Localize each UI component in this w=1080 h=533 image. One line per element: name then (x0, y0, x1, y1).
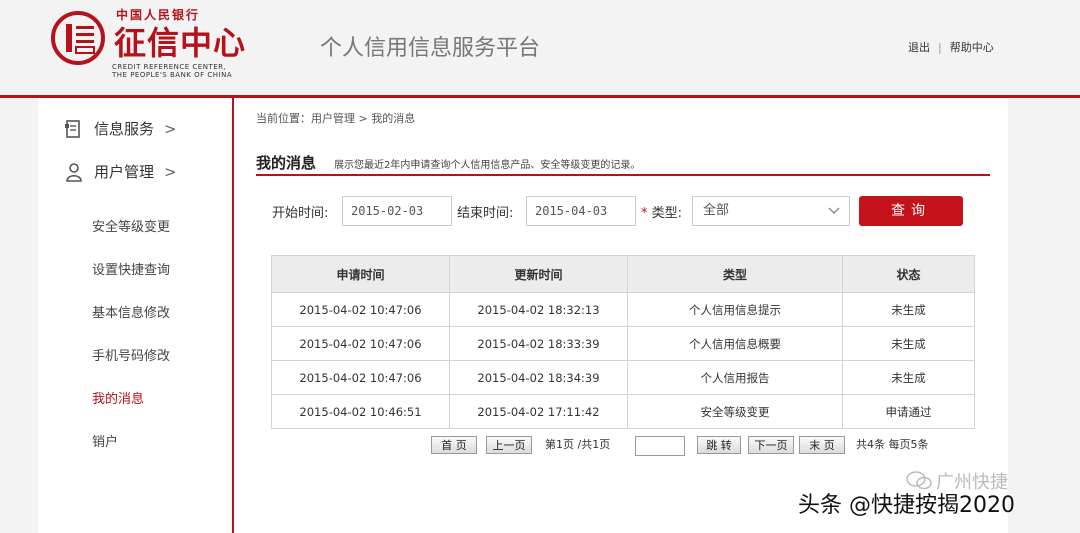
page-description: 展示您最近2年内申请查询个人信用信息产品、安全等级变更的记录。 (334, 160, 641, 171)
chevron-right-icon: > (164, 162, 177, 181)
required-star: * (641, 206, 648, 221)
col-apply-time: 申请时间 (271, 255, 450, 293)
sidebar-user-management[interactable]: 用户管理 > (64, 161, 177, 182)
messages-table: 申请时间 更新时间 类型 状态 2015-04-02 10:47:06 2015… (271, 255, 975, 429)
sidebar-info-service-label: 信息服务 (94, 120, 155, 138)
header: 中国人民银行 征信中心 CREDIT REFERENCE CENTER, THE… (0, 0, 1080, 95)
type-cell: 个人信用信息概要 (627, 326, 843, 361)
first-page-button[interactable]: 首 页 (431, 436, 477, 454)
next-page-button[interactable]: 下一页 (748, 436, 794, 454)
sidebar-item-phone[interactable]: 手机号码修改 (92, 345, 170, 364)
logo-title: 征信中心 (114, 24, 247, 62)
top-links: 退出 | 帮助中心 (908, 39, 994, 55)
sidebar-info-service[interactable]: 信息服务 > (64, 118, 177, 139)
type-label-text: 类型: (651, 206, 683, 221)
update-time-cell: 2015-04-02 17:11:42 (449, 394, 628, 429)
type-cell: 个人信用信息提示 (627, 292, 843, 327)
col-update-time: 更新时间 (449, 255, 628, 293)
update-time-cell: 2015-04-02 18:34:39 (449, 360, 628, 395)
watermark-caption: 头条 @快捷按揭2020 (798, 493, 1015, 518)
sidebar-user-management-label: 用户管理 (94, 163, 155, 181)
sidebar-item-my-messages[interactable]: 我的消息 (92, 388, 144, 407)
type-cell: 个人信用报告 (627, 360, 843, 395)
type-select[interactable]: 全部 (692, 196, 850, 226)
logo-english-line1: CREDIT REFERENCE CENTER, (112, 63, 227, 71)
end-time-label: 结束时间: (457, 206, 514, 221)
status-cell: 未生成 (842, 360, 975, 395)
status-cell: 未生成 (842, 326, 975, 361)
sidebar-item-quick-query[interactable]: 设置快捷查询 (92, 259, 170, 278)
document-icon (65, 119, 80, 138)
chevron-right-icon: > (164, 119, 177, 138)
type-cell: 安全等级变更 (627, 394, 843, 429)
table-header-row: 申请时间 更新时间 类型 状态 (271, 255, 975, 293)
apply-time-cell: 2015-04-02 10:47:06 (271, 360, 450, 395)
top-links-separator: | (938, 41, 942, 54)
pager-summary: 共4条 每页5条 (856, 438, 929, 451)
logout-link[interactable]: 退出 (908, 41, 930, 54)
user-icon (66, 162, 82, 182)
page-info: 第1页 /共1页 (545, 438, 611, 451)
end-time-input[interactable]: 2015-04-03 (526, 196, 636, 226)
query-button[interactable]: 查询 (859, 196, 963, 226)
apply-time-cell: 2015-04-02 10:47:06 (271, 326, 450, 361)
logo-english-line2: THE PEOPLE'S BANK OF CHINA (112, 71, 233, 79)
type-label: * 类型: (641, 202, 682, 221)
update-time-cell: 2015-04-02 18:33:39 (449, 326, 628, 361)
col-type: 类型 (627, 255, 843, 293)
start-time-input[interactable]: 2015-02-03 (342, 196, 452, 226)
sidebar-item-close-account[interactable]: 销户 (92, 431, 118, 450)
sidebar-item-basic-info[interactable]: 基本信息修改 (92, 302, 170, 321)
sidebar: 信息服务 > 用户管理 > 安全等级变更 设置快捷查询 基本信息修改 手机号码修… (38, 98, 234, 533)
help-center-link[interactable]: 帮助中心 (950, 41, 994, 54)
page-jump-input[interactable] (635, 436, 685, 456)
apply-time-cell: 2015-04-02 10:47:06 (271, 292, 450, 327)
last-page-button[interactable]: 末 页 (799, 436, 845, 454)
status-cell: 未生成 (842, 292, 975, 327)
sidebar-item-security-level[interactable]: 安全等级变更 (92, 216, 170, 235)
prev-page-button[interactable]: 上一页 (486, 436, 532, 454)
title-divider (256, 174, 990, 176)
table-row: 2015-04-02 10:47:06 2015-04-02 18:34:39 … (271, 360, 975, 395)
apply-time-cell: 2015-04-02 10:46:51 (271, 394, 450, 429)
main-content: 当前位置：用户管理 > 我的消息 我的消息 展示您最近2年内申请查询个人信用信息… (234, 98, 1008, 533)
col-status: 状态 (842, 255, 975, 293)
right-margin (1008, 98, 1080, 533)
type-select-value: 全部 (703, 203, 730, 218)
breadcrumb: 当前位置：用户管理 > 我的消息 (256, 112, 416, 125)
update-time-cell: 2015-04-02 18:32:13 (449, 292, 628, 327)
status-cell: 申请通过 (842, 394, 975, 429)
chevron-down-icon (827, 200, 841, 233)
jump-button[interactable]: 跳 转 (697, 436, 741, 454)
start-time-label: 开始时间: (272, 206, 329, 221)
table-row: 2015-04-02 10:47:06 2015-04-02 18:32:13 … (271, 292, 975, 327)
credit-center-seal-icon (51, 11, 105, 65)
platform-title: 个人信用信息服务平台 (320, 36, 541, 61)
page-title: 我的消息 (256, 154, 317, 172)
table-row: 2015-04-02 10:47:06 2015-04-02 18:33:39 … (271, 326, 975, 361)
table-row: 2015-04-02 10:46:51 2015-04-02 17:11:42 … (271, 394, 975, 429)
